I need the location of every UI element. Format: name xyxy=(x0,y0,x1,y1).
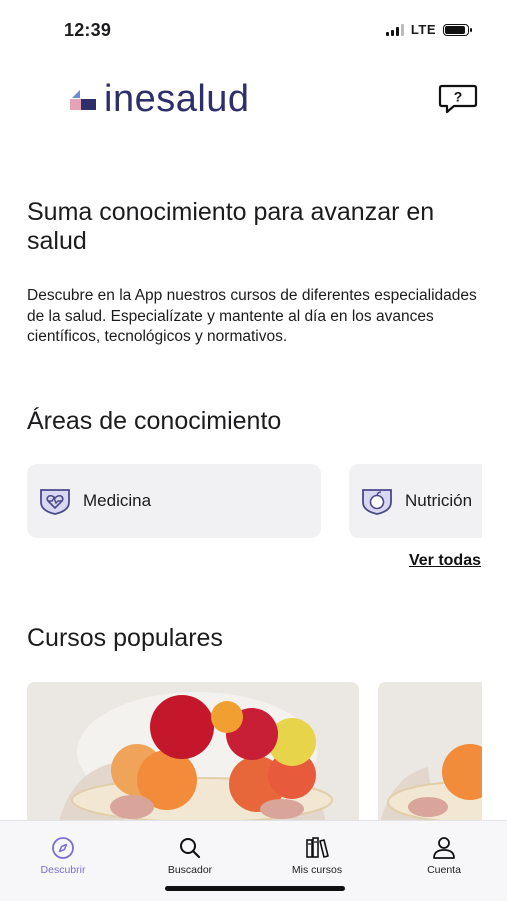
search-icon xyxy=(180,838,201,859)
tab-buscador[interactable]: Buscador xyxy=(145,835,235,876)
status-indicators: LTE xyxy=(385,22,472,37)
network-label: LTE xyxy=(410,22,436,37)
brand-name: inesalud xyxy=(104,78,250,120)
courses-carousel[interactable] xyxy=(27,682,482,832)
books-icon xyxy=(306,837,329,858)
area-label: Medicina xyxy=(83,491,152,510)
area-card-medicina[interactable]: Medicina xyxy=(27,464,321,538)
tab-cuenta[interactable]: Cuenta xyxy=(399,835,489,876)
fruit-bowl-photo xyxy=(27,682,359,832)
svg-text:?: ? xyxy=(454,89,463,105)
tab-mis-cursos[interactable]: Mis cursos xyxy=(272,835,362,876)
tab-label: Descubrir xyxy=(40,864,86,876)
status-time: 12:39 xyxy=(64,20,112,40)
status-bar: 12:39 LTE xyxy=(0,0,507,60)
tab-descubrir[interactable]: Descubrir xyxy=(18,835,108,876)
chat-question-icon[interactable]: ? xyxy=(438,83,478,115)
fruit-bowl-photo xyxy=(378,682,482,832)
apple-shield-icon xyxy=(362,489,392,515)
tab-label: Mis cursos xyxy=(291,864,343,876)
area-label: Nutrición xyxy=(405,491,473,510)
popular-title: Cursos populares xyxy=(27,624,223,652)
hero-title: Suma conocimiento para avanzar en salud xyxy=(27,198,435,255)
course-card[interactable] xyxy=(27,682,359,832)
signal-icon xyxy=(385,23,404,36)
user-icon xyxy=(433,837,455,859)
area-card-nutricion[interactable]: Nutrición xyxy=(349,464,482,538)
brand-logo: inesalud xyxy=(70,78,250,121)
battery-icon xyxy=(443,23,472,36)
tab-label: Buscador xyxy=(167,864,213,876)
heart-shield-icon xyxy=(40,489,70,515)
tab-label: Cuenta xyxy=(427,864,461,876)
compass-icon xyxy=(52,837,74,859)
logo-mark-icon xyxy=(70,89,96,110)
see-all-areas-link[interactable]: Ver todas xyxy=(409,552,481,570)
course-card[interactable] xyxy=(378,682,482,832)
areas-title: Áreas de conocimiento xyxy=(27,407,282,435)
areas-carousel[interactable]: Medicina Nutrición xyxy=(27,464,482,540)
home-indicator xyxy=(165,886,345,891)
hero-description: Descubre en la App nuestros cursos de di… xyxy=(27,287,477,345)
